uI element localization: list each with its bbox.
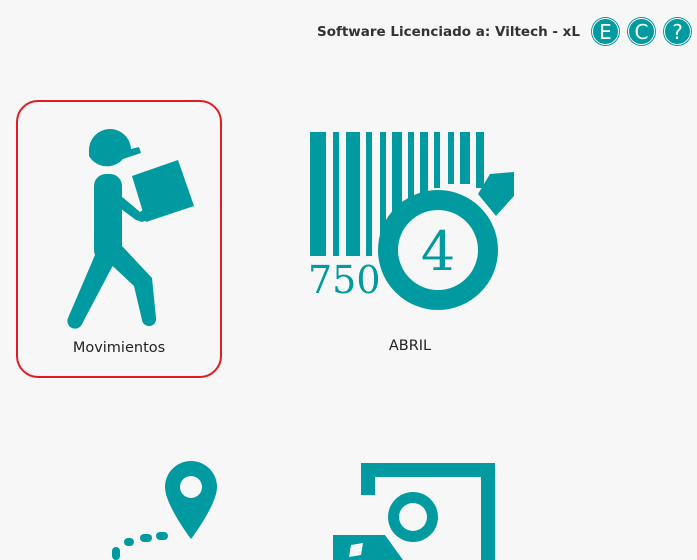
document-image-icon — [333, 463, 495, 560]
tile-movimientos[interactable]: Movimientos — [16, 100, 222, 378]
tile-abril[interactable]: 750 4 ABRIL — [300, 100, 520, 378]
tile-abril-label: ABRIL — [388, 338, 432, 354]
tile-route[interactable] — [60, 455, 240, 560]
tile-movimientos-label: Movimientos — [72, 340, 166, 356]
license-bar: Software Licenciado a: Viltech - xL E C … — [317, 18, 691, 45]
license-text: Software Licenciado a: Viltech - xL — [316, 23, 580, 40]
app-window: Software Licenciado a: Viltech - xL E C … — [0, 0, 697, 560]
help-button[interactable]: ? — [664, 18, 691, 45]
barcode-number: 750 — [308, 258, 381, 302]
e-button-label: E — [599, 19, 612, 44]
tile-document[interactable] — [325, 455, 505, 560]
c-button-label: C — [634, 19, 649, 44]
e-button[interactable]: E — [592, 18, 619, 45]
c-button[interactable]: C — [628, 18, 655, 45]
barcode-month-icon: 750 4 — [308, 132, 514, 310]
route-pin-icon — [112, 461, 217, 560]
badge-number: 4 — [421, 220, 455, 283]
walking-worker-icon — [67, 128, 194, 329]
help-button-label: ? — [672, 19, 683, 44]
